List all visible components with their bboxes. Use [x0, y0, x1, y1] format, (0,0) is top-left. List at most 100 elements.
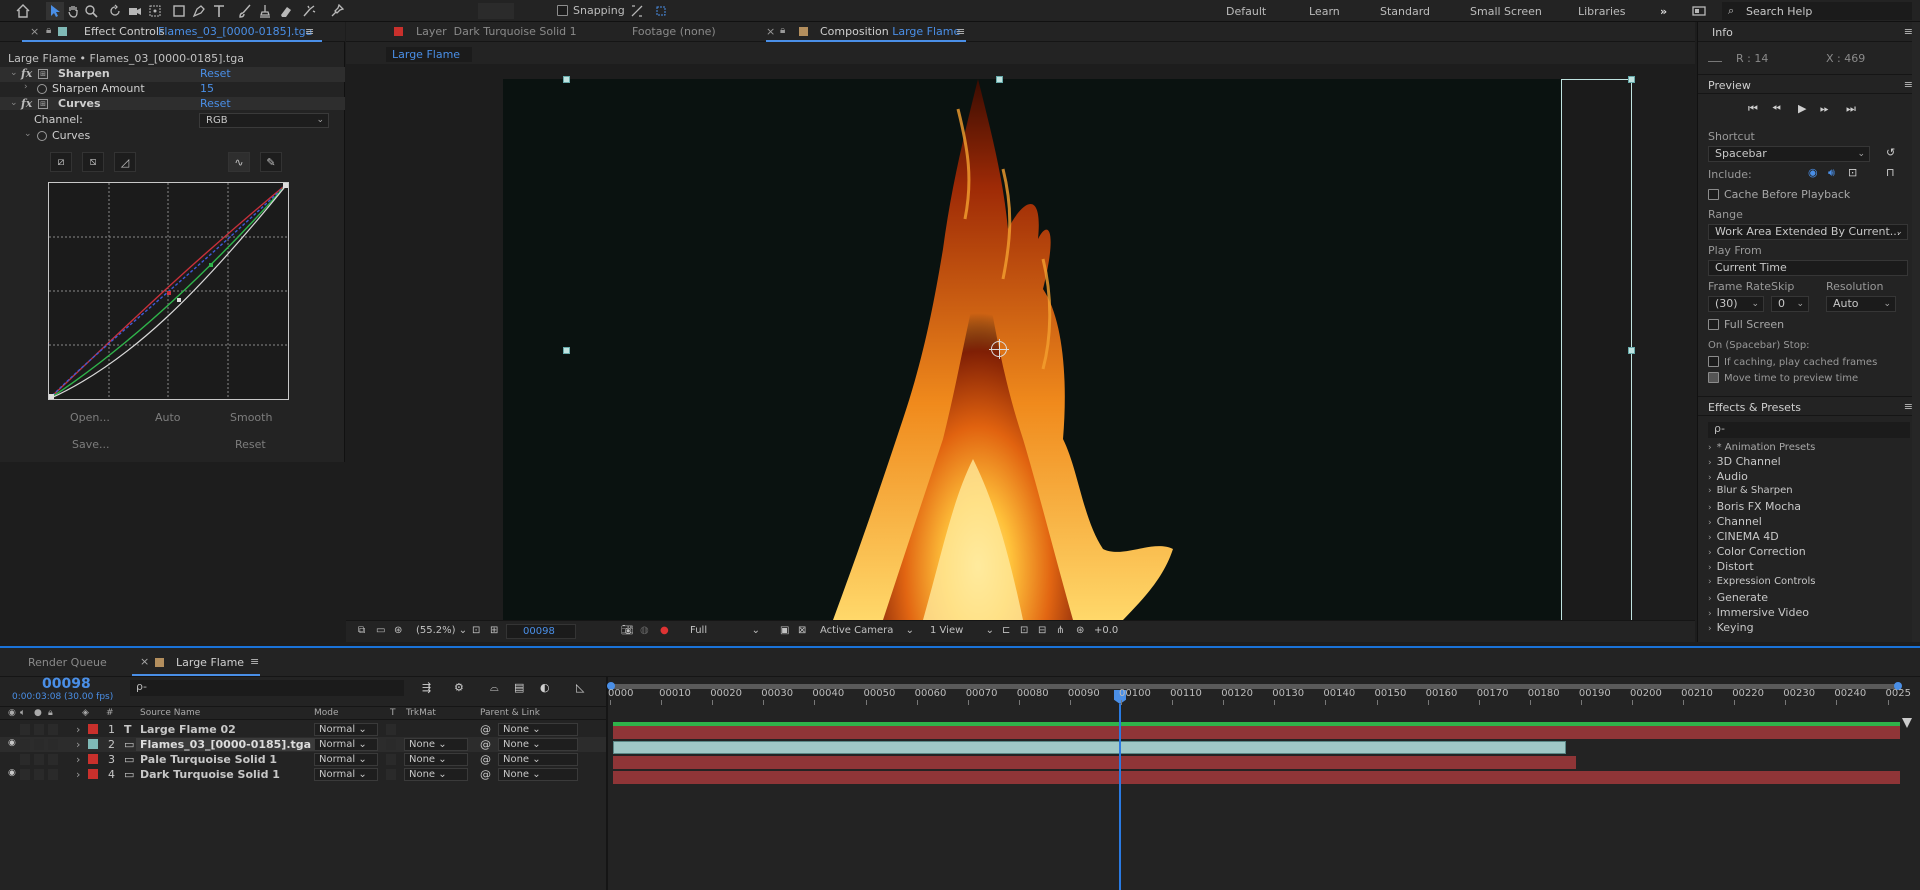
video-visibility-icon[interactable]: ◉ — [8, 768, 16, 778]
effect-row-curves[interactable]: ⌄ fx ⊞ Curves Reset — [0, 97, 345, 110]
video-column-icon[interactable]: ◉ — [8, 708, 16, 718]
workspace-learn[interactable]: Learn — [1309, 5, 1340, 18]
effect-controls-tab-label[interactable]: Effect Controls — [84, 25, 165, 38]
pen-tool-icon[interactable] — [190, 2, 208, 20]
reset-exposure-icon[interactable]: ⊛ — [1076, 625, 1084, 636]
shy-layers-icon[interactable]: ⌓ — [490, 681, 499, 695]
mode-dropdown[interactable]: Normal ⌄ — [314, 753, 378, 766]
layer-label-color[interactable] — [88, 739, 98, 749]
region-of-interest-icon[interactable]: ▣ — [780, 625, 789, 636]
trkmat-column-header[interactable]: TrkMat — [406, 708, 436, 718]
include-audio-icon[interactable]: 🔊︎ — [1828, 166, 1835, 180]
exposure-value[interactable]: +0.0 — [1094, 625, 1118, 636]
timeline-divider[interactable] — [606, 676, 608, 890]
always-preview-icon[interactable]: ⧉ — [358, 625, 365, 636]
comp-mini-flowchart-icon[interactable]: ⇶ — [422, 681, 431, 694]
range-dropdown[interactable]: Work Area Extended By Current... ⌄ — [1708, 224, 1908, 240]
trkmat-dropdown[interactable]: None ⌄ — [404, 753, 468, 766]
if-caching-option[interactable]: If caching, play cached frames — [1708, 356, 1877, 368]
effect-row-sharpen[interactable]: ⌄ fx ⊞ Sharpen Reset — [0, 67, 345, 82]
footage-viewer-tab[interactable]: Footage (none) — [632, 25, 716, 38]
stopwatch-icon[interactable] — [37, 131, 47, 141]
layer-bar-pale-turquoise[interactable] — [613, 756, 1576, 769]
curves-reset-button[interactable]: Reset — [235, 438, 266, 451]
layer-row[interactable]: › 1 T Large Flame 02 Normal ⌄ @ None ⌄ — [0, 722, 606, 737]
pick-whip-icon[interactable]: @ — [480, 768, 491, 781]
sharpen-amount-value[interactable]: 15 — [200, 82, 214, 95]
audio-column-icon[interactable]: 🔈︎ — [20, 708, 25, 718]
transform-handle[interactable] — [563, 76, 570, 83]
effects-category-item[interactable]: › CINEMA 4D — [1708, 530, 1779, 543]
full-screen-option[interactable]: Full Screen — [1708, 318, 1784, 331]
transform-handle[interactable] — [1628, 76, 1635, 83]
trkmat-dropdown[interactable]: None ⌄ — [404, 738, 468, 751]
effect-preset-icon[interactable]: ⊞ — [38, 69, 48, 79]
move-time-option[interactable]: Move time to preview time — [1708, 372, 1858, 384]
chevron-right-icon[interactable]: › — [76, 723, 80, 736]
track-matte-swatch[interactable] — [386, 739, 396, 750]
source-name-column-header[interactable]: Source Name — [140, 708, 200, 718]
effects-category-item[interactable]: › Blur & Sharpen — [1708, 485, 1793, 496]
include-overlays-icon[interactable]: ⊡ — [1848, 166, 1857, 179]
transform-handle[interactable] — [1628, 347, 1635, 354]
first-frame-icon[interactable]: ⏮ — [1748, 102, 1758, 116]
chevron-down-icon[interactable]: ⌄ — [24, 129, 32, 139]
mode-column-header[interactable]: Mode — [314, 708, 339, 718]
effects-category-item[interactable]: › * Animation Presets — [1708, 442, 1815, 453]
layer-switch-box[interactable] — [34, 724, 44, 735]
brush-tool-icon[interactable] — [236, 2, 254, 20]
t-column-header[interactable]: T — [390, 708, 396, 718]
rotate-tool-icon[interactable] — [106, 2, 124, 20]
render-queue-tab[interactable]: Render Queue — [28, 656, 107, 669]
parent-dropdown[interactable]: None ⌄ — [498, 753, 578, 766]
workspace-small-screen[interactable]: Small Screen — [1470, 5, 1542, 18]
curve-size-small-icon[interactable]: ⧅ — [82, 152, 104, 172]
shortcut-dropdown[interactable]: Spacebar ⌄ — [1708, 146, 1870, 162]
cache-checkbox[interactable] — [1708, 189, 1719, 200]
effects-category-item[interactable]: › Boris FX Mocha — [1708, 500, 1801, 513]
layer-label-color[interactable] — [88, 724, 98, 734]
pencil-curve-tool-icon[interactable]: ✎ — [260, 152, 282, 172]
layer-name[interactable]: Flames_03_[0000-0185].tga — [136, 738, 316, 751]
sharpen-reset-link[interactable]: Reset — [200, 67, 231, 80]
layer-switch-box[interactable] — [20, 724, 30, 735]
parent-dropdown[interactable]: None ⌄ — [498, 723, 578, 736]
motion-blur-icon[interactable]: ◐ — [540, 681, 550, 694]
current-time-display[interactable]: 00098 — [42, 676, 91, 692]
home-icon[interactable] — [14, 2, 32, 20]
curves-auto-button[interactable]: Auto — [155, 411, 181, 424]
layer-switch-box[interactable] — [48, 769, 58, 780]
full-screen-checkbox[interactable] — [1708, 319, 1719, 330]
number-column-header[interactable]: # — [106, 708, 114, 718]
panel-menu-icon[interactable]: ≡ — [956, 25, 965, 38]
layer-bar-flames-03[interactable] — [613, 741, 1566, 754]
lock-column-icon[interactable]: 🔒︎ — [48, 708, 53, 718]
layer-switch-box[interactable] — [48, 724, 58, 735]
effect-preset-icon[interactable]: ⊞ — [38, 99, 48, 109]
more-workspaces-icon[interactable]: » — [1660, 5, 1667, 18]
camera-dropdown[interactable]: Active Camera ⌄ — [816, 624, 916, 639]
cache-before-playback-option[interactable]: Cache Before Playback — [1708, 188, 1850, 201]
parent-column-header[interactable]: Parent & Link — [480, 708, 540, 718]
reset-preview-icon[interactable]: ↺ — [1886, 146, 1895, 159]
roto-brush-tool-icon[interactable] — [300, 2, 318, 20]
type-tool-icon[interactable] — [210, 2, 228, 20]
playhead-line[interactable] — [1119, 704, 1121, 890]
chevron-right-icon[interactable]: › — [76, 768, 80, 781]
camera-tool-icon[interactable] — [126, 2, 144, 20]
resolution-preview-dropdown[interactable]: Auto ⌄ — [1826, 296, 1896, 312]
include-video-icon[interactable]: ◉ — [1808, 166, 1818, 179]
if-caching-checkbox[interactable] — [1708, 356, 1719, 367]
fit-icon[interactable]: ⊡ — [472, 625, 480, 636]
effects-category-item[interactable]: › 3D Channel — [1708, 455, 1781, 468]
curves-graph[interactable] — [48, 182, 289, 400]
mask-visibility-icon[interactable]: ⊛ — [394, 625, 402, 636]
zoom-dropdown[interactable]: (55.2%) ⌄ — [416, 625, 467, 636]
fx-toggle-icon[interactable]: fx — [21, 97, 32, 110]
mode-dropdown[interactable]: Normal ⌄ — [314, 723, 378, 736]
layer-switch-box[interactable] — [34, 739, 44, 750]
view-layout-dropdown[interactable]: 1 View ⌄ — [926, 624, 996, 639]
effects-category-item[interactable]: › Expression Controls — [1708, 576, 1815, 587]
viewer-canvas-area[interactable] — [346, 64, 1695, 620]
lock-icon[interactable]: 🔒︎ — [46, 25, 51, 36]
